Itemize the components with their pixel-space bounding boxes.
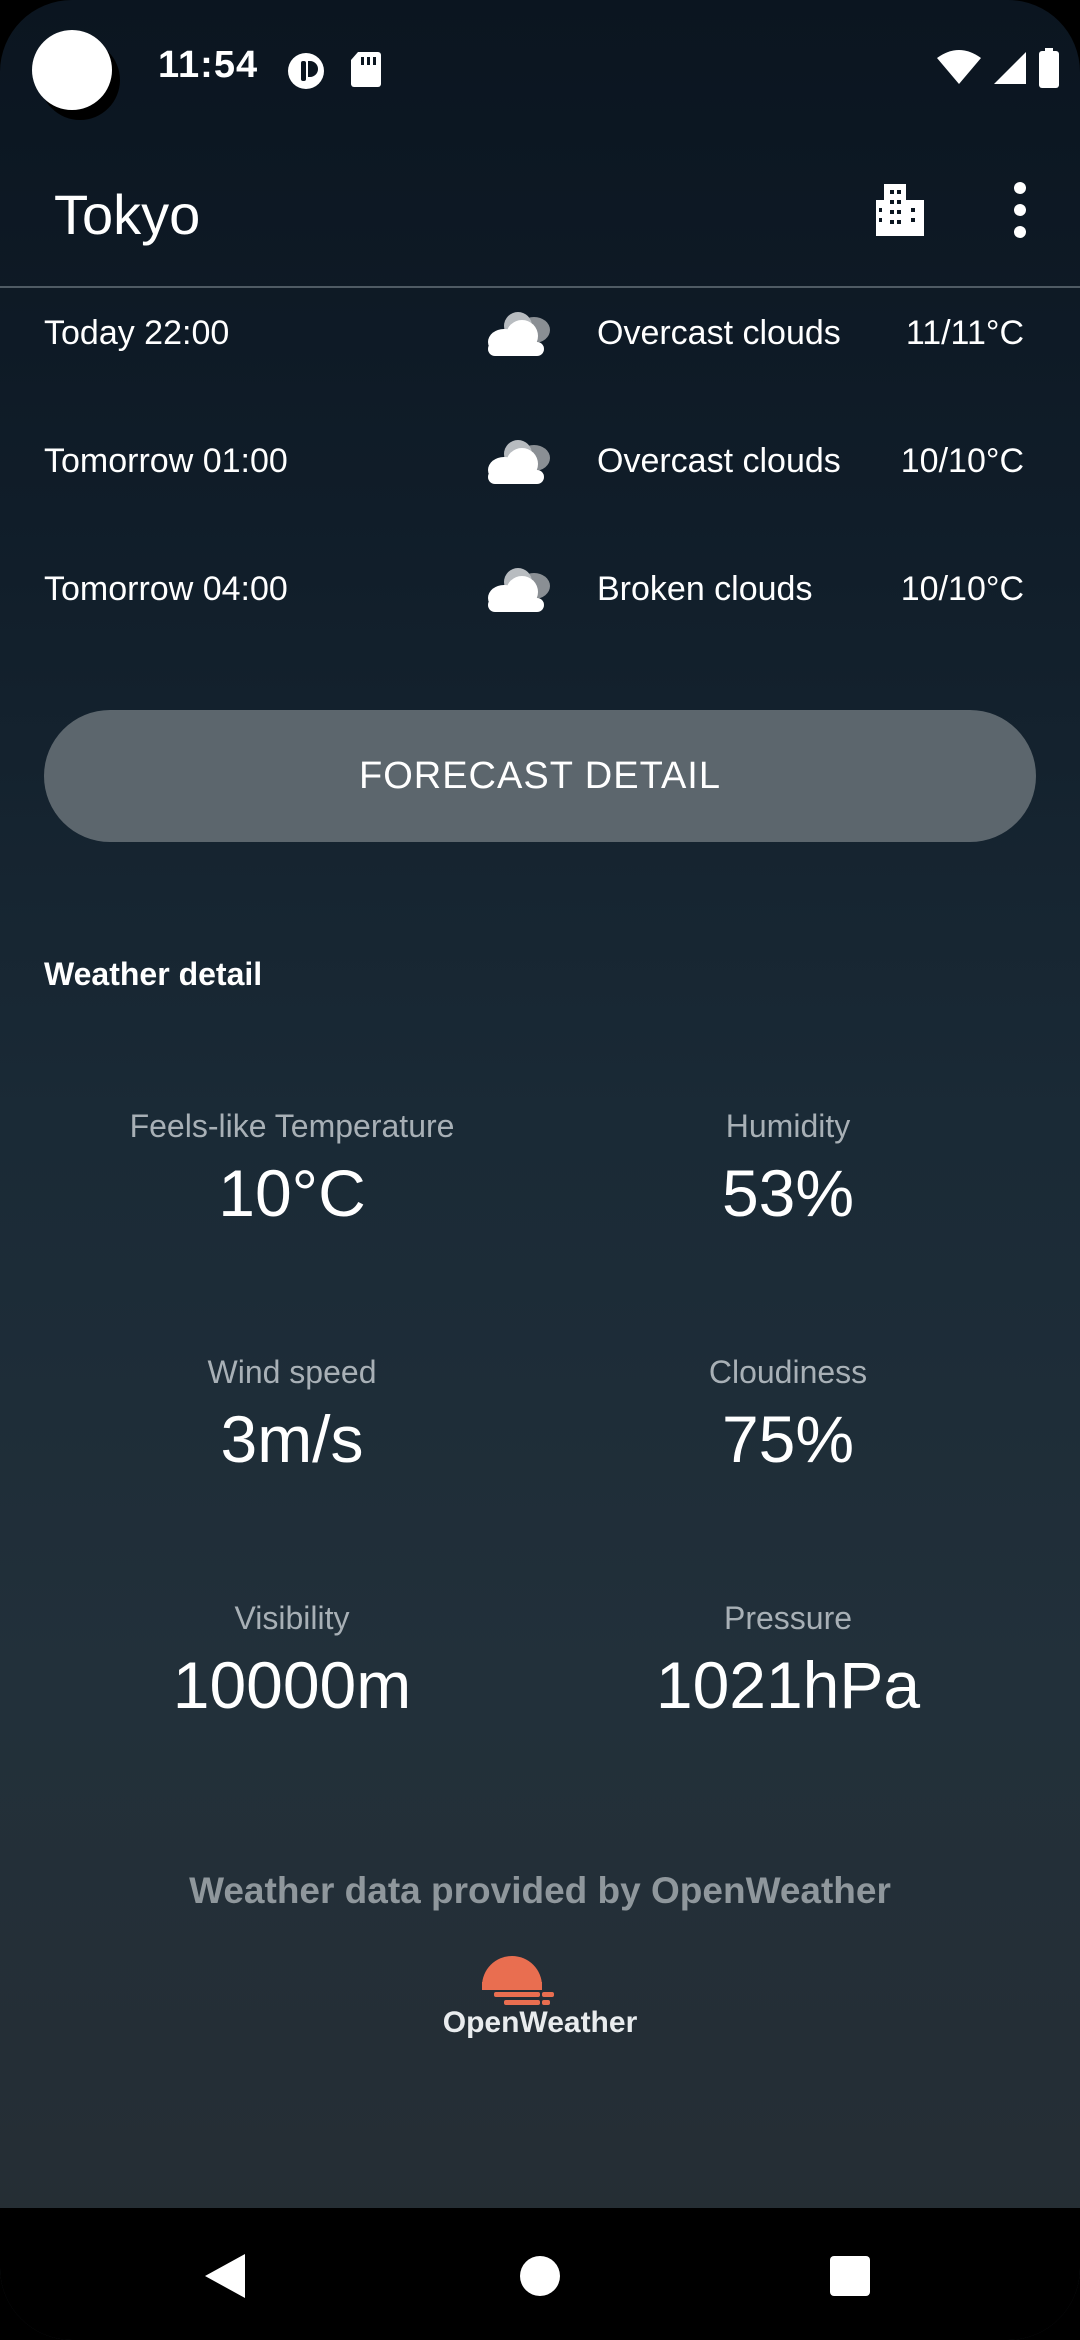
cloud-icon [488,312,550,356]
detail-value: 1021hPa [655,1648,921,1722]
home-icon[interactable] [520,2256,560,2296]
forecast-time: Tomorrow 04:00 [44,570,288,608]
forecast-temp: 10/10°C [900,442,1024,480]
detail-value: 10000m [172,1648,412,1722]
list-item[interactable]: Tomorrow 04:00 Broken clouds 10/10°C [0,544,1080,672]
page-title: Tokyo [54,183,201,246]
app-notification-icon [288,53,324,89]
more-vert-icon[interactable] [1000,178,1040,242]
openweather-logo[interactable]: OpenWeather [430,1952,650,2042]
detail-value: 75% [721,1402,855,1476]
forecast-temp: 11/11°C [905,314,1024,352]
detail-label: Feels-like Temperature [129,1108,455,1144]
forecast-temp: 10/10°C [900,570,1024,608]
wifi-icon [937,50,981,84]
camera-cutout [32,30,112,110]
forecast-time: Today 22:00 [44,314,230,352]
recents-icon[interactable] [830,2256,870,2296]
list-item[interactable]: Today 22:00 Overcast clouds 11/11°C [0,288,1080,416]
list-item[interactable]: Tomorrow 01:00 Overcast clouds 10/10°C [0,416,1080,544]
cell-signal-icon [994,52,1026,84]
openweather-logo-text: OpenWeather [442,2006,638,2039]
detail-pressure: Pressure 1021hPa [538,1600,1038,1723]
app-bar: Tokyo [0,140,1080,288]
status-bar: 11:54 [0,0,1080,140]
status-time: 11:54 [158,44,259,86]
detail-label: Cloudiness [708,1354,868,1390]
detail-label: Humidity [725,1108,851,1144]
forecast-time: Tomorrow 01:00 [44,442,288,480]
forecast-description: Overcast clouds [597,442,841,480]
sd-card-icon [351,52,381,87]
forecast-description: Overcast clouds [597,314,841,352]
cloud-icon [488,568,550,612]
detail-value: 53% [721,1156,855,1230]
forecast-description: Broken clouds [597,570,813,608]
detail-humidity: Humidity 53% [538,1108,1038,1231]
detail-label: Wind speed [207,1354,377,1390]
detail-wind-speed: Wind speed 3m/s [42,1354,542,1477]
detail-feels-like: Feels-like Temperature 10°C [42,1108,542,1231]
navigation-bar [0,2208,1080,2340]
section-title: Weather detail [44,956,263,992]
back-icon[interactable] [203,2253,247,2299]
detail-visibility: Visibility 10000m [42,1600,542,1723]
detail-label: Visibility [234,1600,350,1636]
status-icons-right [936,46,1060,90]
forecast-detail-button[interactable]: FORECAST DETAIL [44,710,1036,842]
detail-value: 10°C [218,1156,366,1230]
city-icon[interactable] [870,178,934,242]
detail-cloudiness: Cloudiness 75% [538,1354,1038,1477]
battery-icon [1039,48,1059,88]
attribution-text: Weather data provided by OpenWeather [189,1870,891,1911]
app-screen: 11:54 Tokyo Today 22:00 Overcast clouds … [0,0,1080,2340]
detail-label: Pressure [723,1600,853,1636]
detail-value: 3m/s [220,1402,364,1476]
cloud-icon [488,440,550,484]
openweather-sun-icon [482,1956,554,2005]
